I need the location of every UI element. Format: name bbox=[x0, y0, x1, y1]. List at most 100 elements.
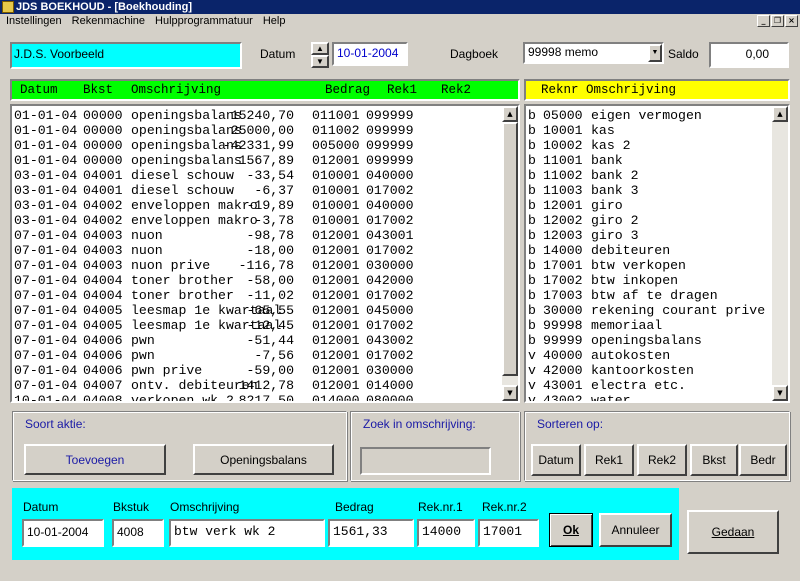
journal-row[interactable]: 10-01-04 04008 verkopen wk 2 8217,50 014000 0… bbox=[12, 393, 502, 401]
journal-row[interactable]: 07-01-04 04003 nuon -18,00 012001 017002 bbox=[12, 243, 502, 258]
menu-help[interactable]: Help bbox=[263, 14, 286, 29]
journal-row[interactable]: 07-01-04 04007 ontv. debiteuren 1412,78 0120… bbox=[12, 378, 502, 393]
journal-row[interactable]: 01-01-04 00000 openingsbalans 1567,89 012001… bbox=[12, 153, 502, 168]
journal-cell: 04003 bbox=[83, 258, 123, 273]
account-cell: b bbox=[528, 108, 536, 123]
date-up-icon[interactable]: ▲ bbox=[311, 42, 329, 55]
journal-row[interactable]: 07-01-04 04005 leesmap 1e kwartaal -65,55 01… bbox=[12, 303, 502, 318]
account-row[interactable]: b 05000 eigen vermogen bbox=[526, 108, 772, 123]
entry-omschrijving-field[interactable]: btw verk wk 2 bbox=[169, 519, 325, 547]
date-down-icon[interactable]: ▼ bbox=[311, 55, 329, 68]
company-name: J.D.S. Voorbeeld bbox=[10, 42, 242, 69]
account-row[interactable]: v 40000 autokosten bbox=[526, 348, 772, 363]
journal-row[interactable]: 03-01-04 04002 enveloppen makro -19,89 01000… bbox=[12, 198, 502, 213]
acc-scroll-down-icon[interactable]: ▼ bbox=[772, 385, 788, 401]
menu-rekenmachine[interactable]: Rekenmachine bbox=[72, 14, 145, 29]
account-row[interactable]: b 11001 bank bbox=[526, 153, 772, 168]
accounts-list[interactable]: b 05000 eigen vermogen b 10001 kas b 10002 kas 2… bbox=[524, 104, 790, 403]
account-row[interactable]: b 17002 btw inkopen bbox=[526, 273, 772, 288]
menu-hulpprogrammatuur[interactable]: Hulpprogrammatuur bbox=[155, 14, 253, 29]
toevoegen-button[interactable]: Toevoegen bbox=[24, 444, 166, 475]
sort-datum-button[interactable]: Datum bbox=[531, 444, 581, 476]
account-cell: 12001 bbox=[543, 198, 583, 213]
account-row[interactable]: b 10001 kas bbox=[526, 123, 772, 138]
journal-row[interactable]: 07-01-04 04004 toner brother -11,02 012001 01… bbox=[12, 288, 502, 303]
company-name-text: J.D.S. Voorbeeld bbox=[14, 47, 105, 61]
journal-cell: 010001 bbox=[312, 168, 360, 183]
account-row[interactable]: b 11003 bank 3 bbox=[526, 183, 772, 198]
col-bkst[interactable]: Bkst bbox=[83, 83, 113, 98]
col-acc-omschrijving[interactable]: Omschrijving bbox=[586, 83, 676, 98]
entry-rek1-field[interactable]: 14000 bbox=[417, 519, 475, 547]
account-row[interactable]: b 12003 giro 3 bbox=[526, 228, 772, 243]
restore-icon[interactable]: ❐ bbox=[771, 15, 784, 27]
menu-instellingen[interactable]: Instellingen bbox=[6, 14, 62, 29]
journal-row[interactable]: 07-01-04 04006 pwn -7,56 012001 017002 bbox=[12, 348, 502, 363]
dagboek-select[interactable]: 99998 memo ▼ bbox=[523, 42, 664, 64]
journal-row[interactable]: 07-01-04 04003 nuon -98,78 012001 043001 bbox=[12, 228, 502, 243]
journal-row[interactable]: 03-01-04 04001 diesel schouw -6,37 010001 017… bbox=[12, 183, 502, 198]
journal-row[interactable]: 03-01-04 04002 enveloppen makro -3,78 010001… bbox=[12, 213, 502, 228]
account-row[interactable]: b 12001 giro bbox=[526, 198, 772, 213]
account-row[interactable]: b 99999 openingsbalans bbox=[526, 333, 772, 348]
annuleer-button[interactable]: Annuleer bbox=[599, 513, 672, 547]
close-icon[interactable]: × bbox=[785, 15, 798, 27]
sort-rek1-button[interactable]: Rek1 bbox=[584, 444, 634, 476]
datum-field[interactable]: 10-01-2004 bbox=[332, 42, 408, 66]
entry-bedrag-field[interactable]: 1561,33 bbox=[328, 519, 414, 547]
sort-rek2-button[interactable]: Rek2 bbox=[637, 444, 687, 476]
col-rek1[interactable]: Rek1 bbox=[387, 83, 417, 98]
account-row[interactable]: b 99998 memoriaal bbox=[526, 318, 772, 333]
account-cell: rekening courant prive bbox=[591, 303, 766, 318]
account-row[interactable]: b 17003 btw af te dragen bbox=[526, 288, 772, 303]
scroll-down-icon[interactable]: ▼ bbox=[502, 385, 518, 401]
entry-bkstuk-field[interactable]: 4008 bbox=[112, 519, 164, 547]
journal-row[interactable]: 01-01-04 00000 openingsbalans 25000,00 01100… bbox=[12, 123, 502, 138]
accounts-scrollbar[interactable]: ▲ ▼ bbox=[772, 106, 788, 401]
col-reknr[interactable]: Reknr bbox=[541, 83, 579, 98]
col-omschrijving[interactable]: Omschrijving bbox=[131, 83, 221, 98]
col-datum[interactable]: Datum bbox=[20, 83, 58, 98]
journal-cell: 012001 bbox=[312, 363, 360, 378]
mdi-controls: _ ❐ × bbox=[757, 15, 798, 27]
journal-row[interactable]: 01-01-04 00000 openingsbalans 15240,70 01100… bbox=[12, 108, 502, 123]
account-row[interactable]: v 43001 electra etc. bbox=[526, 378, 772, 393]
col-rek2[interactable]: Rek2 bbox=[441, 83, 471, 98]
journal-cell: -19,89 bbox=[246, 198, 294, 213]
account-row[interactable]: b 11002 bank 2 bbox=[526, 168, 772, 183]
journal-row[interactable]: 01-01-04 00000 openingsbalans -42331,99 0050… bbox=[12, 138, 502, 153]
journal-list[interactable]: 01-01-04 00000 openingsbalans 15240,70 01100… bbox=[10, 104, 520, 403]
account-row[interactable]: b 17001 btw verkopen bbox=[526, 258, 772, 273]
sort-bedr-button[interactable]: Bedr bbox=[739, 444, 787, 476]
sort-bkst-button[interactable]: Bkst bbox=[690, 444, 738, 476]
account-row[interactable]: b 12002 giro 2 bbox=[526, 213, 772, 228]
action-group-title: Soort aktie: bbox=[25, 417, 86, 431]
scroll-thumb[interactable] bbox=[502, 122, 518, 376]
journal-scrollbar[interactable]: ▲ ▼ bbox=[502, 106, 518, 401]
ok-button[interactable]: Ok bbox=[549, 513, 593, 547]
entry-rek2-field[interactable]: 17001 bbox=[478, 519, 539, 547]
date-spinner[interactable]: ▲ ▼ bbox=[311, 42, 329, 68]
account-row[interactable]: b 30000 rekening courant prive bbox=[526, 303, 772, 318]
journal-row[interactable]: 07-01-04 04003 nuon prive -116,78 012001 0300… bbox=[12, 258, 502, 273]
account-row[interactable]: v 42000 kantoorkosten bbox=[526, 363, 772, 378]
chevron-down-icon[interactable]: ▼ bbox=[648, 44, 662, 62]
account-row[interactable]: v 43002 water bbox=[526, 393, 772, 401]
entry-datum-field[interactable]: 10-01-2004 bbox=[22, 519, 104, 547]
col-bedrag[interactable]: Bedrag bbox=[325, 83, 370, 98]
journal-row[interactable]: 07-01-04 04006 pwn -51,44 012001 043002 bbox=[12, 333, 502, 348]
gedaan-button[interactable]: Gedaan bbox=[687, 510, 779, 554]
minimize-icon[interactable]: _ bbox=[757, 15, 770, 27]
journal-row[interactable]: 07-01-04 04004 toner brother -58,00 012001 04… bbox=[12, 273, 502, 288]
entry-datum-label: Datum bbox=[23, 500, 59, 514]
account-row[interactable]: b 10002 kas 2 bbox=[526, 138, 772, 153]
search-input[interactable] bbox=[360, 447, 491, 475]
journal-row[interactable]: 07-01-04 04006 pwn prive -59,00 012001 030000 bbox=[12, 363, 502, 378]
acc-scroll-up-icon[interactable]: ▲ bbox=[772, 106, 788, 122]
journal-cell: 099999 bbox=[366, 123, 414, 138]
journal-row[interactable]: 07-01-04 04005 leesmap 1e kwartaal -12,45 01… bbox=[12, 318, 502, 333]
scroll-up-icon[interactable]: ▲ bbox=[502, 106, 518, 122]
journal-row[interactable]: 03-01-04 04001 diesel schouw -33,54 010001 04… bbox=[12, 168, 502, 183]
openingsbalans-button[interactable]: Openingsbalans bbox=[193, 444, 334, 475]
account-row[interactable]: b 14000 debiteuren bbox=[526, 243, 772, 258]
